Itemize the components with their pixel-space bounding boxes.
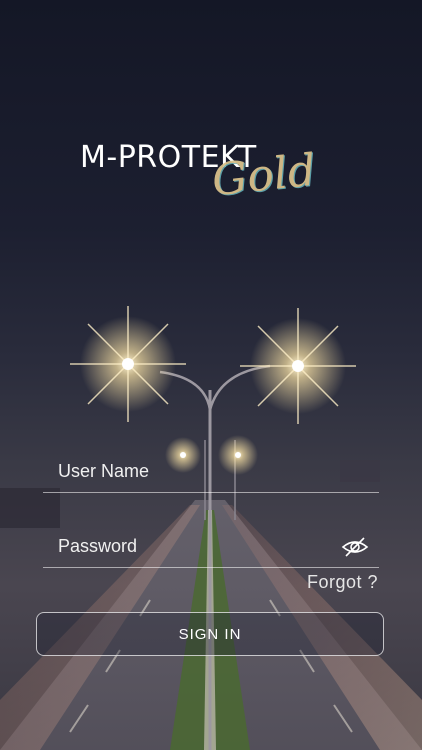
username-label: User Name: [58, 461, 150, 481]
brand-logo: M-PROTEKT Gold: [80, 140, 360, 220]
password-field[interactable]: Password: [43, 531, 379, 568]
eye-off-icon[interactable]: [341, 535, 369, 559]
sign-in-button[interactable]: SIGN IN: [36, 612, 384, 656]
forgot-password-link[interactable]: Forgot ?: [307, 572, 378, 593]
brand-script: Gold: [209, 144, 319, 207]
username-field[interactable]: User Name: [43, 456, 379, 493]
login-screen: M-PROTEKT Gold User Name Password Forgot…: [0, 0, 422, 750]
password-label: Password: [58, 536, 138, 556]
